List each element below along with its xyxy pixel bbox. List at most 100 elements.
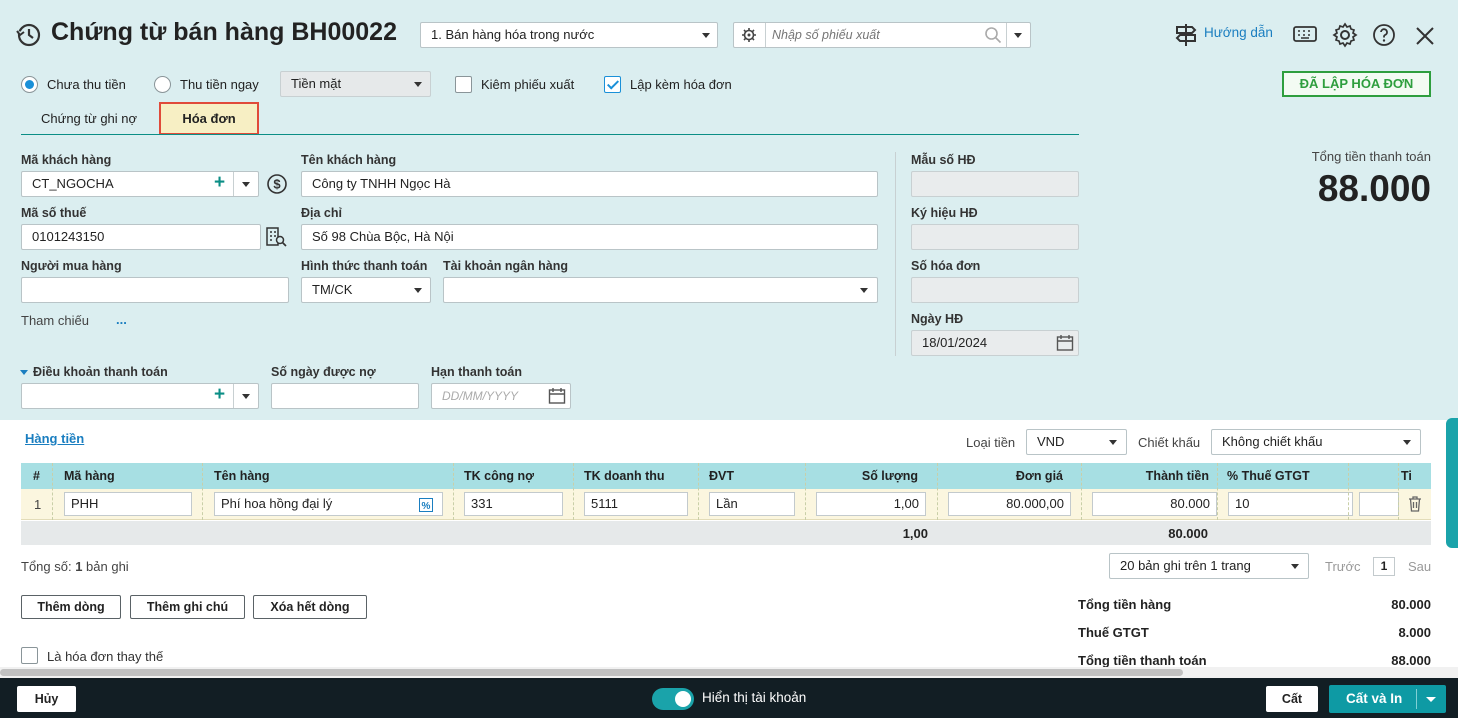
invoice-symbol-input[interactable] (911, 224, 1079, 250)
col-debit-account: TK công nợ (464, 469, 534, 483)
reference-more-button[interactable]: ... (116, 312, 127, 327)
tab-goods[interactable]: Hàng tiền (25, 431, 84, 446)
col-divider (1081, 463, 1082, 520)
vat-cell[interactable]: 10 (1228, 492, 1353, 516)
goods-grid: # Mã hàng Tên hàng TK công nợ TK doanh t… (21, 463, 1431, 545)
chevron-down-icon[interactable] (1426, 697, 1436, 702)
add-note-button[interactable]: Thêm ghi chú (130, 595, 245, 619)
col-amount: Thành tiền (1145, 469, 1209, 483)
col-divider (453, 463, 454, 520)
tab-invoice[interactable]: Hóa đơn (159, 102, 259, 135)
item-name-cell[interactable]: Phí hoa hồng đại lý (214, 492, 443, 516)
quantity-cell[interactable]: 1,00 (816, 492, 926, 516)
export-checkbox[interactable] (455, 76, 472, 93)
revenue-account-cell[interactable]: 5111 (584, 492, 688, 516)
item-code-cell[interactable]: PHH (64, 492, 192, 516)
buyer-label: Người mua hàng (21, 259, 122, 273)
grid-summary-row: 1,00 80.000 (21, 521, 1431, 545)
chevron-down-icon[interactable] (1014, 33, 1022, 38)
radio-unpaid[interactable] (21, 76, 38, 93)
prev-page-button[interactable]: Trước (1325, 559, 1361, 574)
discount-value: Không chiết khấu (1222, 434, 1323, 449)
voucher-type-select[interactable]: 1. Bán hàng hóa trong nước (420, 22, 718, 48)
unit-cell[interactable]: Lần (709, 492, 795, 516)
search-icon[interactable] (984, 26, 1002, 44)
add-icon[interactable]: + (214, 173, 225, 193)
gear-icon[interactable] (741, 27, 757, 43)
show-account-toggle[interactable] (652, 688, 694, 710)
col-divider (1217, 463, 1218, 520)
payment-form-select[interactable]: TM/CK (301, 277, 431, 303)
keyboard-icon[interactable] (1292, 24, 1318, 46)
reference-label: Tham chiếu (21, 313, 89, 328)
next-page-button[interactable]: Sau (1408, 559, 1431, 574)
payment-form-value: TM/CK (312, 282, 353, 297)
clear-rows-button[interactable]: Xóa hết dòng (253, 595, 367, 619)
horizontal-scrollbar-thumb[interactable] (0, 669, 1183, 676)
col-divider (1348, 463, 1349, 520)
calendar-icon[interactable] (548, 387, 566, 405)
page-size-value: 20 bản ghi trên 1 trang (1120, 558, 1251, 573)
chevron-down-icon (1109, 440, 1117, 445)
invoice-form-input[interactable] (911, 171, 1079, 197)
customer-name-value: Công ty TNHH Ngọc Hà (312, 176, 451, 191)
cancel-button[interactable]: Hủy (17, 686, 76, 712)
price-cell[interactable]: 80.000,00 (948, 492, 1071, 516)
tax-code-value: 0101243150 (32, 229, 105, 244)
invoice-date-input[interactable]: 18/01/2024 (911, 330, 1079, 356)
save-print-button[interactable]: Cất và In (1346, 691, 1402, 706)
radio-paid[interactable] (154, 76, 171, 93)
tax-code-input[interactable]: 0101243150 (21, 224, 261, 250)
calendar-icon[interactable] (1056, 334, 1074, 352)
invoice-checkbox[interactable] (604, 76, 621, 93)
dollar-icon[interactable]: $ (266, 173, 288, 195)
record-count-suffix: bản ghi (82, 559, 129, 574)
chevron-down-icon[interactable] (242, 182, 250, 187)
bank-account-select[interactable] (443, 277, 878, 303)
total-payment-value: 88.000 (1317, 168, 1431, 209)
tab-debit-voucher[interactable]: Chứng từ ghi nợ (41, 111, 137, 126)
payment-form-label: Hình thức thanh toán (301, 259, 428, 273)
save-button[interactable]: Cất (1266, 686, 1318, 712)
customer-name-input[interactable]: Công ty TNHH Ngọc Hà (301, 171, 878, 197)
discount-select[interactable]: Không chiết khấu (1211, 429, 1421, 455)
company-lookup-icon[interactable] (265, 226, 287, 248)
export-number-input[interactable] (772, 25, 982, 45)
divider (233, 172, 234, 196)
invoice-date-label: Ngày HĐ (911, 312, 964, 326)
col-divider (202, 463, 203, 520)
voucher-type-value: 1. Bán hàng hóa trong nước (431, 27, 595, 42)
delete-row-icon[interactable] (1408, 496, 1422, 512)
add-row-button[interactable]: Thêm dòng (21, 595, 121, 619)
payment-method-select[interactable]: Tiền mặt (280, 71, 431, 97)
replace-invoice-label: Là hóa đơn thay thế (47, 649, 164, 664)
amount-cell[interactable]: 80.000 (1092, 492, 1217, 516)
page-size-select[interactable]: 20 bản ghi trên 1 trang (1109, 553, 1309, 579)
customer-code-value: CT_NGOCHA (32, 176, 114, 191)
vat-total-value: 8.000 (1398, 625, 1431, 640)
debit-account-cell[interactable]: 331 (464, 492, 563, 516)
chevron-down-icon[interactable] (242, 394, 250, 399)
address-input[interactable]: Số 98 Chùa Bộc, Hà Nội (301, 224, 878, 250)
help-icon[interactable] (1372, 23, 1396, 47)
settings-icon[interactable] (1332, 22, 1358, 48)
page-number[interactable]: 1 (1373, 557, 1395, 576)
add-icon[interactable]: + (214, 385, 225, 405)
credit-days-input[interactable] (271, 383, 419, 409)
table-row[interactable]: 1 PHH Phí hoa hồng đại lý % 331 5111 Lần… (21, 489, 1431, 520)
invoice-number-input[interactable] (911, 277, 1079, 303)
close-icon[interactable] (1414, 25, 1436, 47)
replace-invoice-checkbox[interactable] (21, 647, 38, 664)
goods-total-label: Tổng tiền hàng (1078, 597, 1172, 612)
buyer-input[interactable] (21, 277, 289, 303)
extra-cell[interactable] (1359, 492, 1399, 516)
signpost-icon[interactable] (1174, 22, 1198, 48)
currency-label: Loại tiền (966, 435, 1016, 450)
col-divider (573, 463, 574, 520)
collapse-caret-icon[interactable] (20, 370, 28, 375)
payment-method-value: Tiền mặt (291, 76, 342, 91)
guide-link[interactable]: Hướng dẫn (1204, 25, 1273, 40)
side-panel-toggle[interactable] (1446, 418, 1458, 548)
history-icon[interactable] (16, 22, 42, 48)
discount-percent-icon[interactable]: % (419, 498, 433, 512)
